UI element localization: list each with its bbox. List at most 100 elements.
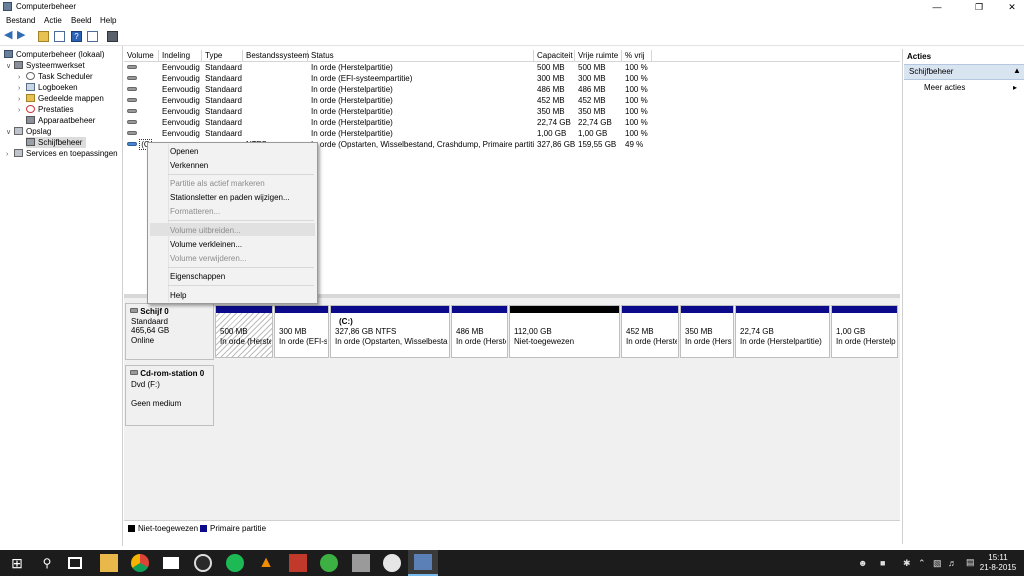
help-icon[interactable]: ?: [71, 31, 82, 42]
tree-item-schijfbeheer[interactable]: Schijfbeheer: [26, 137, 87, 148]
partition-350mb[interactable]: 350 MB In orde (Herste: [680, 305, 734, 358]
cell-capaciteit: 327,86 GB: [537, 140, 575, 149]
partition-22gb[interactable]: 22,74 GB In orde (Herstelpartitie): [735, 305, 830, 358]
partition-500mb[interactable]: 500 MB In orde (Herste: [215, 305, 273, 358]
maximize-button[interactable]: ❐: [962, 0, 996, 14]
partition-300mb[interactable]: 300 MB In orde (EFI-s: [274, 305, 329, 358]
table-row[interactable]: Eenvoudig Standaard In orde (Herstelpart…: [124, 106, 900, 117]
show-hidden-icons-icon[interactable]: ⌃: [918, 558, 926, 569]
task-view-icon[interactable]: [68, 557, 82, 569]
menu-help[interactable]: Help: [100, 16, 116, 25]
column-header-percent-vrij[interactable]: % vrij: [622, 50, 652, 61]
menu-item-format[interactable]: Formatteren...: [170, 207, 220, 216]
file-explorer-icon[interactable]: [100, 554, 118, 572]
column-header-status[interactable]: Status: [308, 50, 534, 61]
column-header-capaciteit[interactable]: Capaciteit: [534, 50, 575, 61]
properties-icon[interactable]: [87, 31, 98, 42]
menu-separator: [168, 174, 314, 175]
person-icon[interactable]: ☻: [858, 558, 867, 568]
expanded-chevron-icon[interactable]: ∨: [6, 61, 14, 72]
menu-separator: [168, 285, 314, 286]
collapsed-chevron-icon[interactable]: ›: [6, 149, 14, 160]
tree-item-logboeken[interactable]: › Logboeken: [18, 82, 78, 93]
table-row[interactable]: Eenvoudig Standaard In orde (Herstelpart…: [124, 62, 900, 73]
cell-vrije-ruimte: 1,00 GB: [578, 129, 608, 138]
minimize-button[interactable]: —: [920, 0, 954, 14]
utorrent-icon[interactable]: [320, 554, 338, 572]
tree-item-task-scheduler[interactable]: › Task Scheduler: [18, 71, 93, 82]
vlc-icon[interactable]: ▲: [257, 554, 275, 572]
menu-bestand[interactable]: Bestand: [6, 16, 35, 25]
partition-unallocated[interactable]: 112,00 GB Niet-toegewezen: [509, 305, 620, 358]
action-center-icon[interactable]: ▤: [966, 557, 975, 568]
action-meer-acties[interactable]: Meer acties ▸: [924, 83, 1023, 92]
cell-status: In orde (Herstelpartitie): [311, 96, 393, 105]
actions-section-header[interactable]: Schijfbeheer ▲: [904, 64, 1024, 80]
column-header-vrije-ruimte[interactable]: Vrije ruimte: [575, 50, 622, 61]
volume-icon: [127, 120, 137, 124]
menu-item-mark-active[interactable]: Partitie als actief markeren: [170, 179, 265, 188]
menu-item-shrink-volume[interactable]: Volume verkleinen...: [170, 240, 242, 249]
menu-item-help[interactable]: Help: [170, 291, 186, 300]
table-row[interactable]: Eenvoudig Standaard In orde (Herstelpart…: [124, 128, 900, 139]
menu-item-delete-volume[interactable]: Volume verwijderen...: [170, 254, 246, 263]
collapsed-chevron-icon[interactable]: ›: [18, 105, 26, 116]
bluetooth-icon[interactable]: ✱: [903, 558, 911, 569]
tree-item-prestaties[interactable]: › Prestaties: [18, 104, 74, 115]
table-row[interactable]: Eenvoudig Standaard In orde (EFI-systeem…: [124, 73, 900, 84]
app-grey-icon[interactable]: [352, 554, 370, 572]
forward-arrow-icon[interactable]: ▶: [17, 30, 28, 42]
column-header-indeling[interactable]: Indeling: [159, 50, 202, 61]
itunes-icon[interactable]: [383, 554, 401, 572]
tree-item-systeemwerkset[interactable]: ∨ Systeemwerkset: [6, 60, 85, 71]
menu-actie[interactable]: Actie: [44, 16, 62, 25]
menu-item-explore[interactable]: Verkennen: [170, 161, 208, 170]
mail-icon[interactable]: [163, 557, 179, 569]
cell-type: Standaard: [205, 118, 242, 127]
tree-item-opslag[interactable]: ∨ Opslag: [6, 126, 51, 137]
partition-486mb[interactable]: 486 MB In orde (Herste: [451, 305, 508, 358]
up-folder-icon[interactable]: [38, 31, 49, 42]
table-row[interactable]: Eenvoudig Standaard In orde (Herstelpart…: [124, 95, 900, 106]
disk0-info[interactable]: Schijf 0 Standaard 465,64 GB Online: [125, 303, 214, 360]
show-hide-tree-icon[interactable]: [54, 31, 65, 42]
menu-item-open[interactable]: Openen: [170, 147, 198, 156]
blue-swatch-icon: [200, 525, 207, 532]
chrome-icon[interactable]: [131, 554, 149, 572]
search-icon[interactable]: ⚲: [38, 554, 56, 572]
menu-item-properties[interactable]: Eigenschappen: [170, 272, 225, 281]
clock[interactable]: 15:11 21-8-2015: [974, 553, 1022, 572]
table-row[interactable]: Eenvoudig Standaard In orde (Herstelpart…: [124, 117, 900, 128]
close-button[interactable]: ✕: [995, 0, 1024, 14]
tree-item-services[interactable]: › Services en toepassingen: [6, 148, 118, 159]
partition-c-drive[interactable]: (C:) 327,86 GB NTFS In orde (Opstarten, …: [330, 305, 450, 358]
network-icon[interactable]: ▧: [933, 558, 942, 569]
tree-item-root[interactable]: Computerbeheer (lokaal): [4, 49, 105, 60]
taskbar-active-app[interactable]: [408, 550, 438, 576]
column-header-bestandssysteem[interactable]: Bestandssysteem: [243, 50, 309, 61]
spotify-icon[interactable]: [226, 554, 244, 572]
app-red-icon[interactable]: [289, 554, 307, 572]
partition-1gb[interactable]: 1,00 GB In orde (Herstelpa: [831, 305, 898, 358]
disk-settings-icon[interactable]: [107, 31, 118, 42]
expanded-chevron-icon[interactable]: ∨: [6, 127, 14, 138]
tree-item-apparaatbeheer[interactable]: Apparaatbeheer: [26, 115, 95, 126]
volume-icon: [127, 65, 137, 69]
cdrom-info[interactable]: Cd-rom-station 0 Dvd (F:) Geen medium: [125, 365, 214, 426]
partition-452mb[interactable]: 452 MB In orde (Herste: [621, 305, 679, 358]
volume-speaker-icon[interactable]: ♬: [948, 558, 957, 568]
menu-beeld[interactable]: Beeld: [71, 16, 91, 25]
tray-app-icon[interactable]: ■: [880, 558, 885, 568]
column-header-volume[interactable]: Volume: [124, 50, 159, 61]
volume-icon: [127, 109, 137, 113]
column-header-type[interactable]: Type: [202, 50, 243, 61]
back-arrow-icon[interactable]: ◀: [4, 30, 15, 42]
steam-icon[interactable]: [194, 554, 212, 572]
volume-icon: [127, 142, 137, 146]
table-row[interactable]: Eenvoudig Standaard In orde (Herstelpart…: [124, 84, 900, 95]
menu-item-extend-volume[interactable]: Volume uitbreiden...: [170, 226, 241, 235]
menu-item-change-drive-letter[interactable]: Stationsletter en paden wijzigen...: [170, 193, 290, 202]
tree-item-gedeelde-mappen[interactable]: › Gedeelde mappen: [18, 93, 104, 104]
start-windows-icon[interactable]: ⊞: [8, 554, 26, 572]
collapse-arrow-icon[interactable]: ▲: [1013, 66, 1021, 75]
